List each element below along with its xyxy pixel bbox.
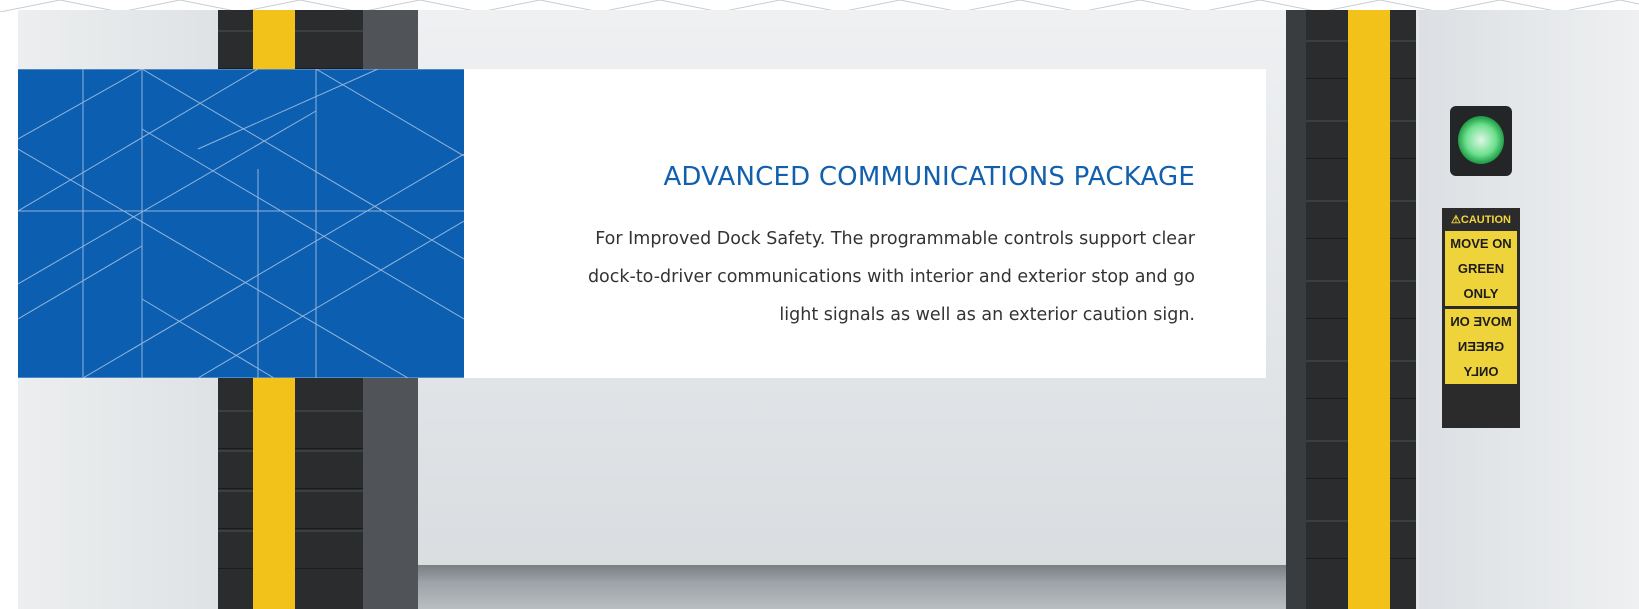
geometric-pattern-graphic bbox=[17, 68, 465, 379]
feature-title: ADVANCED COMMUNICATIONS PACKAGE bbox=[663, 162, 1195, 192]
dock-leveler bbox=[418, 565, 1298, 609]
caution-sign: ⚠CAUTION MOVE ON GREEN ONLY MOVE ON GREE… bbox=[1442, 208, 1520, 428]
signal-lens-icon bbox=[1458, 116, 1504, 164]
feature-card: ADVANCED COMMUNICATIONS PACKAGE For Impr… bbox=[464, 69, 1266, 378]
caution-sign-panel: MOVE ON GREEN ONLY bbox=[1445, 231, 1517, 306]
feature-description: For Improved Dock Safety. The programmab… bbox=[587, 229, 1195, 325]
caution-sign-mirrored-line: MOVE ON bbox=[1450, 314, 1512, 329]
hero-section: ⚠CAUTION MOVE ON GREEN ONLY MOVE ON GREE… bbox=[0, 0, 1639, 609]
caution-sign-mirrored-panel: MOVE ON GREEN ONLY bbox=[1445, 309, 1517, 384]
caution-sign-line: MOVE ON bbox=[1450, 236, 1512, 251]
caution-sign-mirrored-line: GREEN bbox=[1457, 339, 1505, 354]
yellow-guide-stripe-right bbox=[1348, 10, 1390, 609]
caution-sign-line: GREEN bbox=[1457, 261, 1505, 276]
blue-pattern-panel bbox=[17, 68, 465, 379]
caution-sign-header: ⚠CAUTION bbox=[1445, 211, 1517, 228]
green-signal-light bbox=[1450, 106, 1512, 176]
door-frame-right bbox=[1286, 10, 1306, 609]
caution-sign-line: ONLY bbox=[1463, 286, 1499, 301]
caution-sign-mirrored-line: ONLY bbox=[1463, 364, 1499, 379]
